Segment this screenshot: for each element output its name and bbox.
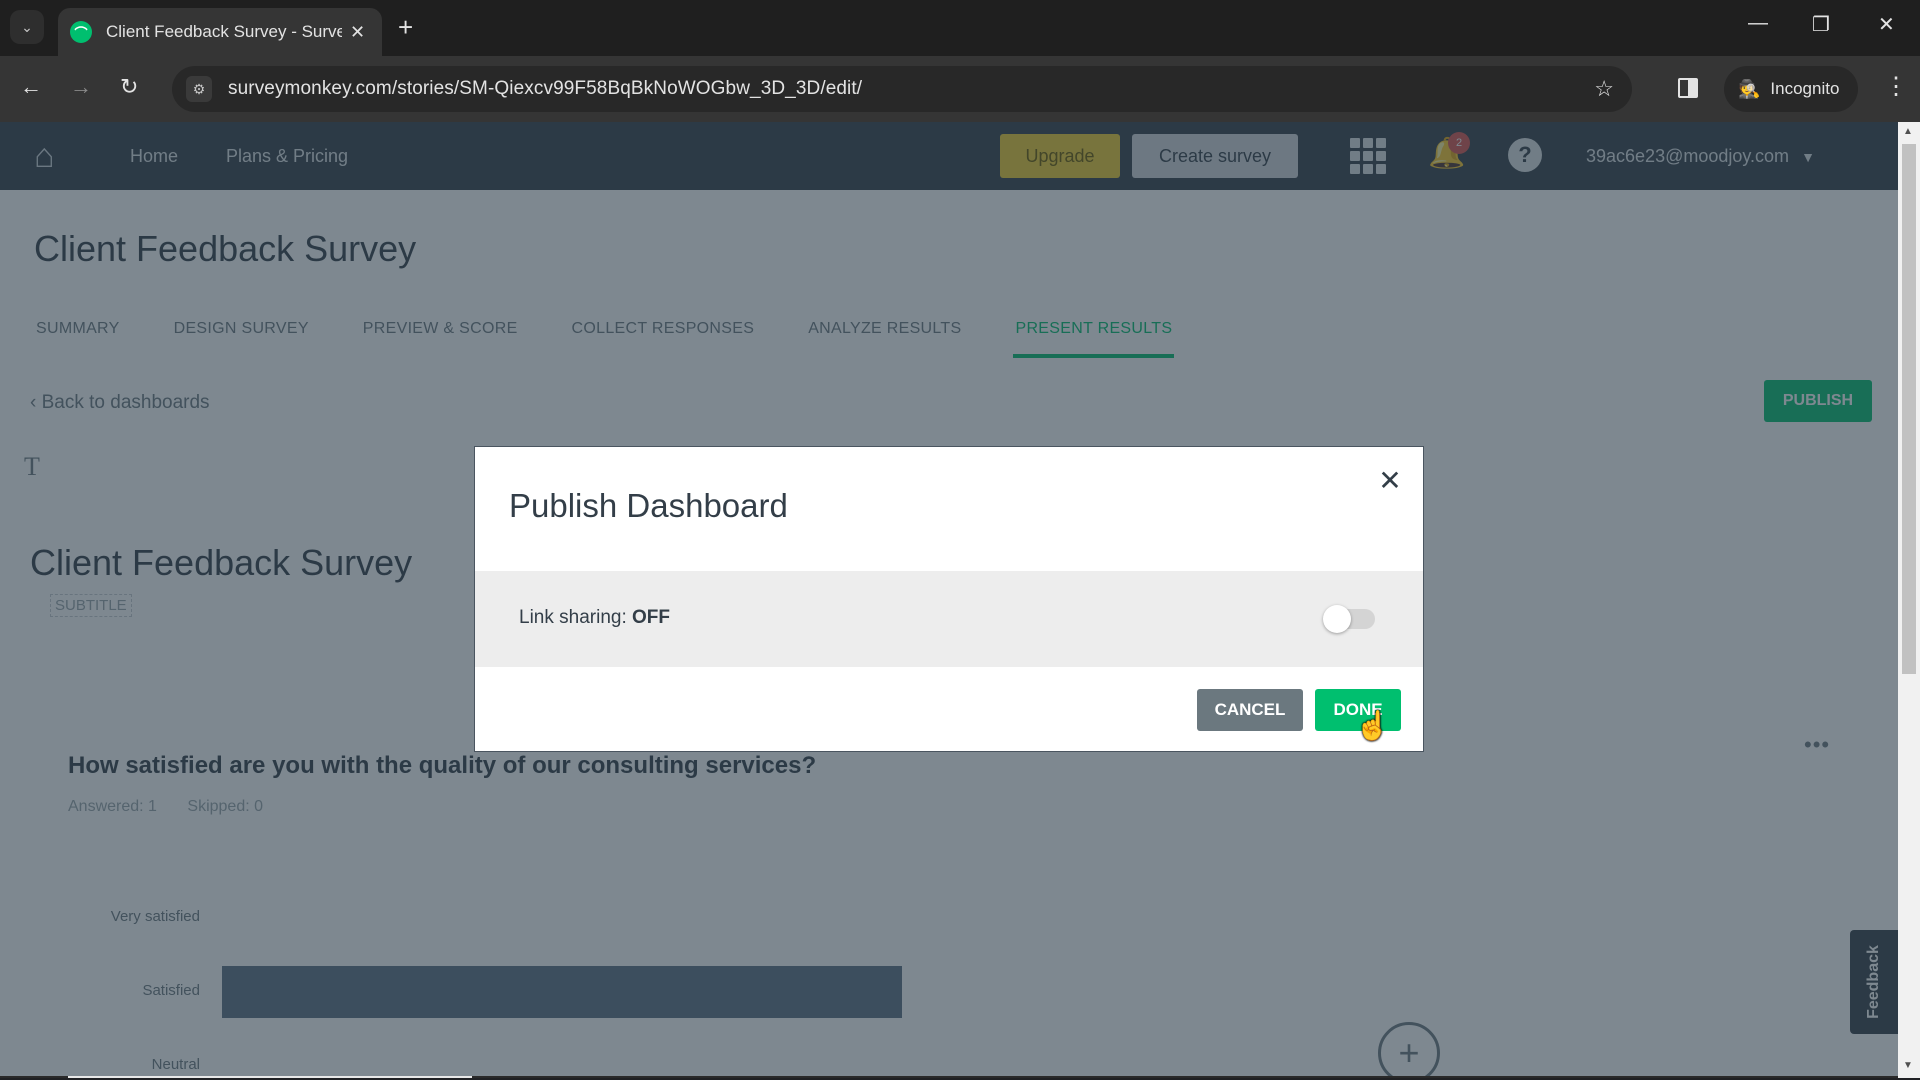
- restore-icon[interactable]: ❐: [1812, 12, 1830, 37]
- page-viewport: ⌂ Home Plans & Pricing Upgrade Create su…: [0, 122, 1920, 1078]
- publish-dashboard-modal: Publish Dashboard ✕ Link sharing: OFF CA…: [474, 446, 1424, 752]
- url-path: /stories/SM-Qiexcv99F58BqBkNoWOGbw_3D_3D…: [391, 78, 863, 99]
- cancel-button[interactable]: CANCEL: [1197, 689, 1303, 731]
- horizontal-scrollbar[interactable]: [0, 1076, 1898, 1078]
- browser-tab-active[interactable]: ⌒ Client Feedback Survey - SurveyMonkey …: [58, 8, 382, 56]
- site-info-icon[interactable]: ⚙: [186, 76, 212, 102]
- incognito-icon: 🕵: [1738, 78, 1761, 99]
- link-sharing-label: Link sharing: OFF: [519, 607, 670, 629]
- modal-title: Publish Dashboard: [509, 487, 788, 524]
- browser-tabstrip: ⌄ ⌒ Client Feedback Survey - SurveyMonke…: [0, 0, 1920, 56]
- back-arrow-icon[interactable]: ←: [20, 74, 42, 100]
- scrollbar-thumb[interactable]: [1902, 144, 1916, 674]
- browser-toolbar: ← → ↻ ⚙ surveymonkey.com/stories/SM-Qiex…: [0, 56, 1920, 122]
- bookmark-star-icon[interactable]: ☆: [1594, 76, 1614, 102]
- tab-search-button[interactable]: ⌄: [10, 10, 44, 44]
- incognito-label: Incognito: [1770, 79, 1840, 98]
- forward-arrow-icon[interactable]: →: [70, 74, 92, 100]
- reload-icon[interactable]: ↻: [120, 74, 138, 100]
- browser-menu-icon[interactable]: ⋮: [1884, 72, 1908, 101]
- side-panel-icon[interactable]: [1678, 78, 1698, 98]
- window-close-icon[interactable]: ✕: [1878, 12, 1895, 37]
- hand-cursor-icon: ☝: [1355, 710, 1390, 741]
- tab-title: Client Feedback Survey - SurveyMonkey: [106, 22, 342, 41]
- tab-close-icon[interactable]: ✕: [350, 22, 365, 43]
- new-tab-button[interactable]: +: [398, 12, 413, 43]
- incognito-indicator[interactable]: 🕵 Incognito: [1724, 66, 1858, 112]
- hscrollbar-thumb[interactable]: [68, 1076, 472, 1078]
- link-sharing-text: Link sharing:: [519, 607, 627, 628]
- url-text[interactable]: surveymonkey.com/stories/SM-Qiexcv99F58B…: [228, 78, 862, 100]
- scroll-down-arrow-icon[interactable]: ▼: [1903, 1060, 1913, 1071]
- link-sharing-row: Link sharing: OFF: [475, 571, 1423, 667]
- vertical-scrollbar[interactable]: ▲ ▼: [1898, 122, 1920, 1078]
- minimize-icon[interactable]: —: [1748, 12, 1768, 35]
- url-host: surveymonkey.com: [228, 78, 392, 99]
- address-bar[interactable]: ⚙ surveymonkey.com/stories/SM-Qiexcv99F5…: [172, 66, 1632, 112]
- close-icon[interactable]: ✕: [1375, 465, 1405, 496]
- scroll-up-arrow-icon[interactable]: ▲: [1903, 126, 1913, 137]
- surveymonkey-favicon-icon: ⌒: [70, 21, 92, 43]
- toggle-knob: [1323, 605, 1351, 633]
- link-sharing-state: OFF: [632, 607, 671, 628]
- link-sharing-toggle[interactable]: [1323, 605, 1375, 633]
